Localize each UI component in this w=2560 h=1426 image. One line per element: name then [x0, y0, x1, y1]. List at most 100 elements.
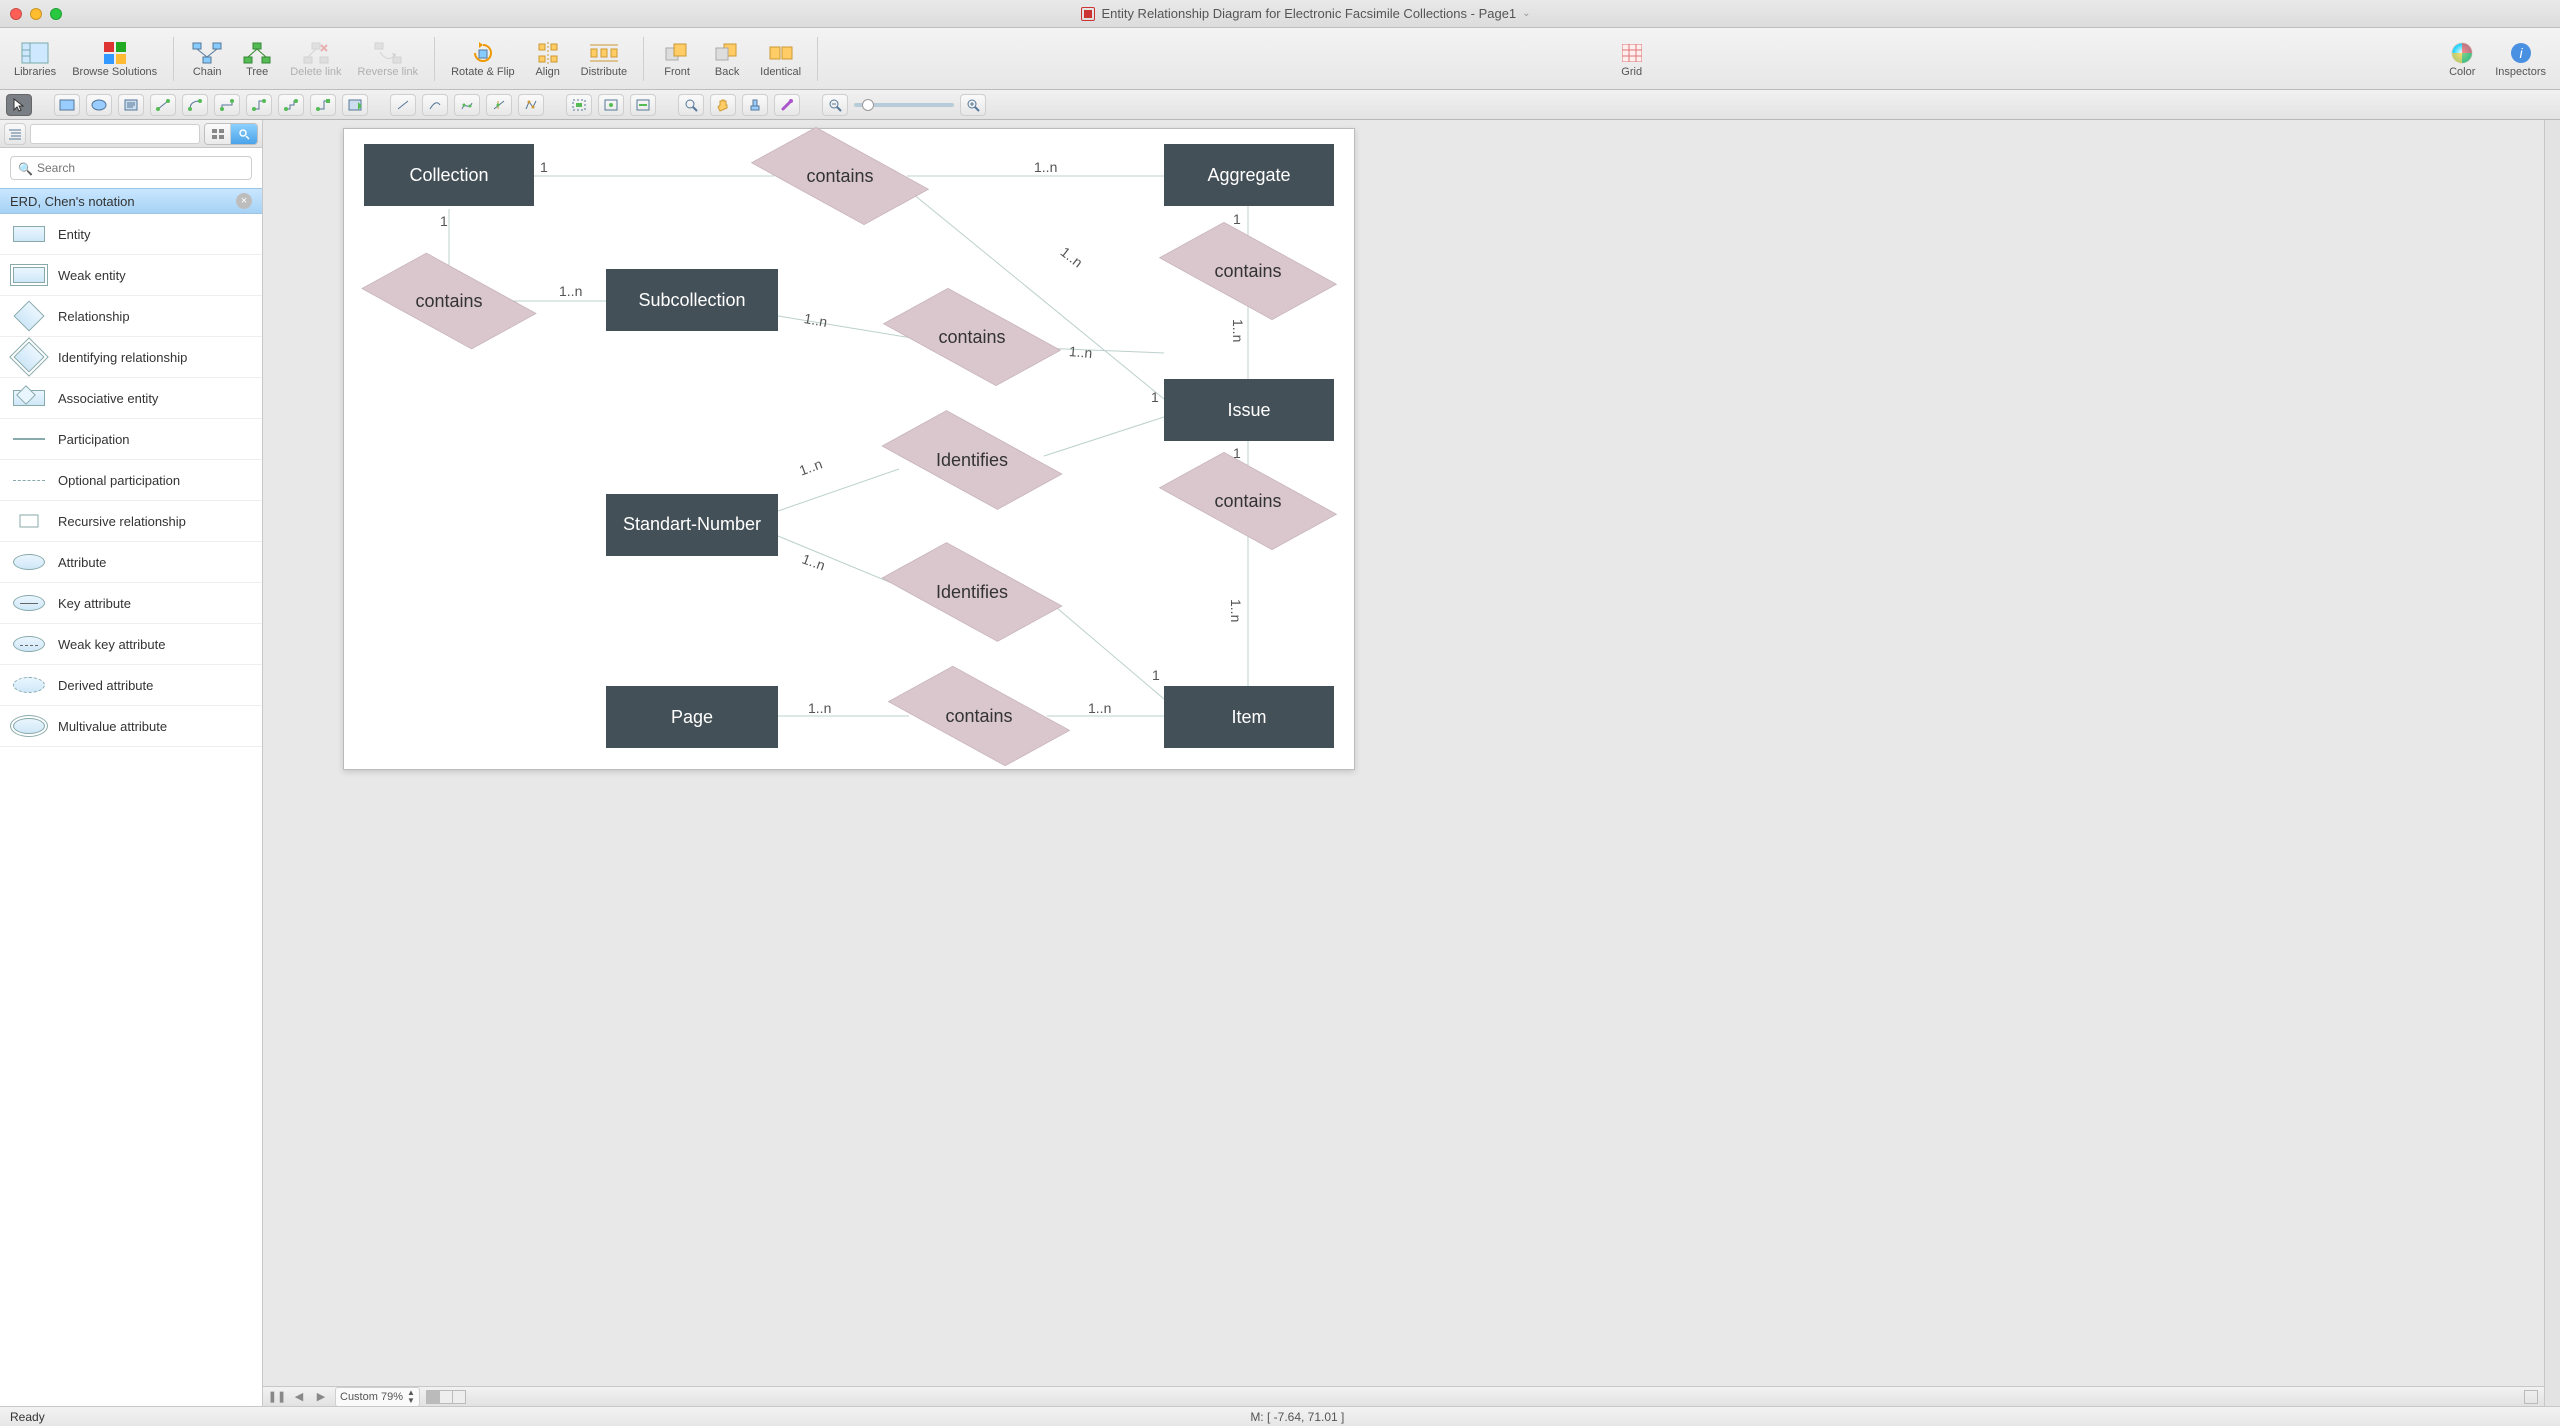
relationship-contains-5[interactable]: contains	[1168, 455, 1328, 547]
zoom-window-button[interactable]	[50, 8, 62, 20]
pointer-tool[interactable]	[6, 94, 32, 116]
library-item-identifying-relationship[interactable]: Identifying relationship	[0, 337, 262, 378]
library-item-weak-key-attribute[interactable]: Weak key attribute	[0, 624, 262, 665]
entity-page[interactable]: Page	[606, 686, 778, 748]
library-item-label: Associative entity	[58, 391, 158, 406]
close-icon[interactable]: ×	[236, 193, 252, 209]
page-tab-2[interactable]	[439, 1390, 453, 1404]
entity-collection[interactable]: Collection	[364, 144, 534, 206]
library-header[interactable]: ERD, Chen's notation ×	[0, 188, 262, 214]
spline-tool[interactable]	[454, 94, 480, 116]
library-item-derived-attribute[interactable]: Derived attribute	[0, 665, 262, 706]
library-item-weak-entity[interactable]: Weak entity	[0, 255, 262, 296]
entity-aggregate[interactable]: Aggregate	[1164, 144, 1334, 206]
library-item-participation[interactable]: Participation	[0, 419, 262, 460]
snap-tool-3[interactable]	[630, 94, 656, 116]
relationship-contains-1[interactable]: contains	[760, 130, 920, 222]
library-item-entity[interactable]: Entity	[0, 214, 262, 255]
canvas-scroll[interactable]: Collection Aggregate Subcollection Issue…	[263, 120, 2544, 1386]
minimize-window-button[interactable]	[30, 8, 42, 20]
polyline-tool[interactable]	[518, 94, 544, 116]
insert-tool[interactable]	[342, 94, 368, 116]
relationship-label: Identifies	[890, 546, 1054, 638]
relationship-identifies-1[interactable]: Identifies	[890, 414, 1054, 506]
slider-knob[interactable]	[862, 99, 874, 111]
library-item-optional-participation[interactable]: Optional participation	[0, 460, 262, 501]
window-title-area[interactable]: Entity Relationship Diagram for Electron…	[62, 6, 2550, 21]
line-tool[interactable]	[390, 94, 416, 116]
identical-button[interactable]: Identical	[754, 38, 807, 80]
search-view-button[interactable]	[231, 124, 257, 144]
zoom-in-button[interactable]	[960, 94, 986, 116]
library-item-attribute[interactable]: Attribute	[0, 542, 262, 583]
connector-tool-6[interactable]	[310, 94, 336, 116]
bezier-tool[interactable]	[486, 94, 512, 116]
distribute-button[interactable]: Distribute	[575, 38, 633, 80]
entity-standart-number[interactable]: Standart-Number	[606, 494, 778, 556]
pan-tool[interactable]	[710, 94, 736, 116]
zoom-selector[interactable]: Custom 79%▲▼	[335, 1387, 420, 1407]
distribute-icon	[588, 40, 620, 66]
connector-tool-5[interactable]	[278, 94, 304, 116]
zoom-tool[interactable]	[678, 94, 704, 116]
zoom-out-button[interactable]	[822, 94, 848, 116]
stamp-tool[interactable]	[742, 94, 768, 116]
ellipse-tool[interactable]	[86, 94, 112, 116]
prev-page-button[interactable]: ◀	[291, 1390, 307, 1404]
entity-issue[interactable]: Issue	[1164, 379, 1334, 441]
reverse-link-button[interactable]: Reverse link	[352, 38, 425, 80]
relationship-contains-3[interactable]: contains	[1168, 225, 1328, 317]
next-page-button[interactable]: ▶	[313, 1390, 329, 1404]
panel-outline-button[interactable]	[4, 123, 26, 145]
back-button[interactable]: Back	[704, 38, 750, 80]
rotate-flip-button[interactable]: Rotate & Flip	[445, 38, 521, 80]
relationship-identifies-2[interactable]: Identifies	[890, 546, 1054, 638]
connector-tool-1[interactable]	[150, 94, 176, 116]
libraries-button[interactable]: Libraries	[8, 38, 62, 80]
grid-view-button[interactable]	[205, 124, 231, 144]
eyedropper-tool[interactable]	[774, 94, 800, 116]
library-item-relationship[interactable]: Relationship	[0, 296, 262, 337]
chain-button[interactable]: Chain	[184, 38, 230, 80]
inspectors-button[interactable]: i Inspectors	[2489, 38, 2552, 80]
delete-link-button[interactable]: Delete link	[284, 38, 347, 80]
arc-tool[interactable]	[422, 94, 448, 116]
relationship-label: contains	[896, 670, 1062, 762]
pause-icon[interactable]: ❚❚	[269, 1390, 285, 1404]
align-button[interactable]: Align	[525, 38, 571, 80]
front-button[interactable]: Front	[654, 38, 700, 80]
library-item-recursive-relationship[interactable]: Recursive relationship	[0, 501, 262, 542]
page-tab-1[interactable]	[426, 1390, 440, 1404]
search-icon: 🔍	[18, 162, 33, 176]
diagram-page[interactable]: Collection Aggregate Subcollection Issue…	[343, 128, 1355, 770]
connector-tool-2[interactable]	[182, 94, 208, 116]
snap-tool-2[interactable]	[598, 94, 624, 116]
relationship-contains-2[interactable]: contains	[371, 255, 527, 347]
entity-item[interactable]: Item	[1164, 686, 1334, 748]
library-item-multivalue-attribute[interactable]: Multivalue attribute	[0, 706, 262, 747]
zoom-slider[interactable]	[854, 103, 954, 107]
toolbar-label: Identical	[760, 66, 801, 78]
relationship-contains-4[interactable]: contains	[892, 291, 1052, 383]
snap-tool-1[interactable]	[566, 94, 592, 116]
panel-selector-button[interactable]	[30, 124, 200, 144]
close-window-button[interactable]	[10, 8, 22, 20]
library-item-key-attribute[interactable]: Key attribute	[0, 583, 262, 624]
connector-tool-4[interactable]	[246, 94, 272, 116]
connector-tool-3[interactable]	[214, 94, 240, 116]
rectangle-tool[interactable]	[54, 94, 80, 116]
color-button[interactable]: Color	[2439, 38, 2485, 80]
tree-button[interactable]: Tree	[234, 38, 280, 80]
corner-widget[interactable]	[2524, 1390, 2538, 1404]
entity-label: Standart-Number	[623, 515, 761, 535]
grid-button[interactable]: Grid	[1609, 38, 1655, 80]
entity-subcollection[interactable]: Subcollection	[606, 269, 778, 331]
library-item-associative-entity[interactable]: Associative entity	[0, 378, 262, 419]
vertical-scrollbar[interactable]	[2544, 120, 2560, 1406]
relationship-contains-6[interactable]: contains	[896, 670, 1062, 762]
search-input[interactable]	[10, 156, 252, 180]
toolbar-label: Front	[664, 66, 690, 78]
page-tab-3[interactable]	[452, 1390, 466, 1404]
text-tool[interactable]	[118, 94, 144, 116]
browse-solutions-button[interactable]: Browse Solutions	[66, 38, 163, 80]
